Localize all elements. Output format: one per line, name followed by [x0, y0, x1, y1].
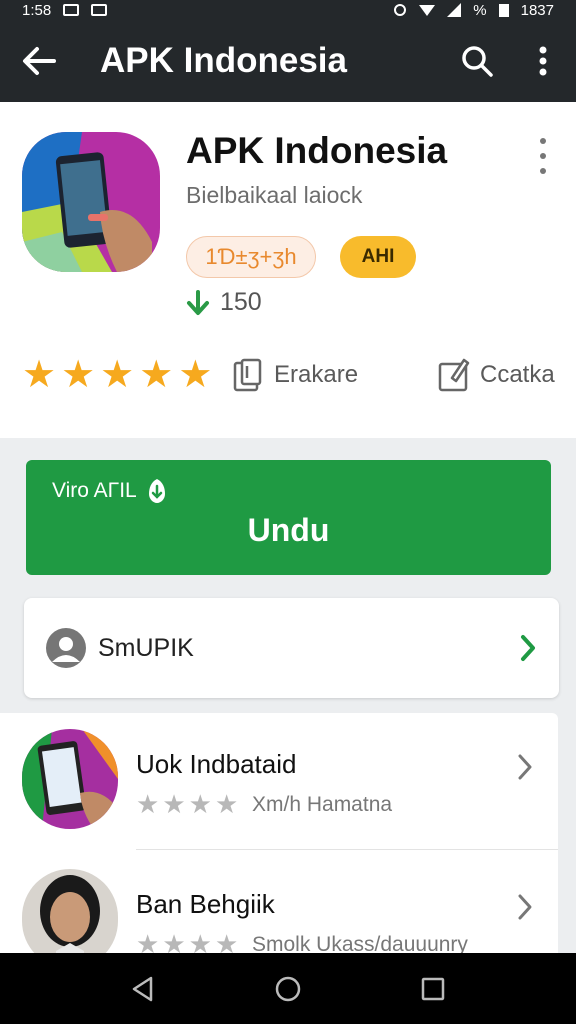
- more-vertical-icon: [539, 46, 547, 76]
- square-recents-icon: [422, 977, 445, 1000]
- triangle-back-icon: [132, 976, 152, 1001]
- list-item-title: Uok Indbataid: [136, 749, 297, 779]
- cta-top-row: Viro AΓIL: [52, 478, 169, 504]
- signal-icon: [447, 3, 462, 17]
- meta-ccatka[interactable]: Ccatka: [438, 358, 555, 392]
- more-options-button[interactable]: [528, 138, 558, 174]
- more-dot: [540, 168, 546, 174]
- star-icon: ★: [188, 929, 212, 953]
- list-item[interactable]: Uok Indbataid ★ ★ ★ ★ Xm/h Hamatna: [0, 713, 558, 850]
- list-item-avatar: [22, 869, 118, 953]
- nav-home-button[interactable]: [258, 959, 318, 1019]
- app-name: APK Indonesia: [186, 130, 448, 171]
- star-icon: ★: [100, 354, 135, 396]
- ahi-badge[interactable]: AHI: [340, 236, 416, 278]
- notification-icon-2: [91, 4, 108, 16]
- alarm-icon: [394, 4, 407, 16]
- battery-icon: [498, 4, 509, 17]
- category-badge[interactable]: 1Ɗ±ʒ+ʒh: [186, 236, 316, 278]
- search-button[interactable]: [444, 20, 510, 102]
- star-icon: ★: [188, 789, 212, 819]
- status-time-right: 1837: [520, 1, 554, 19]
- back-button[interactable]: [0, 20, 78, 102]
- meta-erakare-label: Erakare: [274, 361, 359, 388]
- nav-back-button[interactable]: [113, 959, 173, 1019]
- star-icon: ★: [136, 789, 160, 819]
- arrow-left-icon: [23, 47, 56, 75]
- app-bar-title: APK Indonesia: [100, 41, 347, 80]
- star-icon: ★: [214, 789, 239, 819]
- overflow-menu-button[interactable]: [510, 20, 576, 102]
- list-item-stars: ★ ★ ★ ★: [136, 791, 238, 817]
- circle-home-icon: [275, 976, 301, 1001]
- profile-row[interactable]: SmUPIK: [24, 598, 559, 698]
- status-time-left: 1:58: [22, 1, 52, 19]
- list-item-stars: ★ ★ ★ ★: [136, 931, 238, 953]
- star-icon: ★: [136, 929, 160, 953]
- profile-row-label: SmUPIK: [98, 633, 194, 662]
- star-icon: ★: [162, 929, 186, 953]
- star-icon: ★: [139, 354, 174, 396]
- chevron-right-icon: [521, 635, 535, 661]
- list-item-thumbnail: [22, 729, 118, 829]
- meta-erakare[interactable]: Erakare: [232, 358, 358, 392]
- battery-percent: %: [473, 1, 487, 19]
- app-icon: [22, 132, 160, 272]
- edit-icon: [438, 358, 470, 392]
- install-button[interactable]: Viro AΓIL Undu: [26, 460, 551, 575]
- user-circle-icon: [46, 628, 86, 668]
- chevron-right-icon: [518, 894, 532, 920]
- more-dot: [540, 153, 546, 159]
- star-icon: ★: [61, 354, 96, 396]
- app-header-card: APK Indonesia Bielbaikaal laiock 1Ɗ±ʒ+ʒh…: [0, 102, 576, 438]
- status-bar: 1:58 % 1837: [0, 0, 576, 20]
- notification-icon: [63, 4, 80, 16]
- wifi-icon: [419, 5, 436, 16]
- app-bar: APK Indonesia: [0, 20, 576, 102]
- clipboard-icon: [233, 358, 262, 392]
- list-item[interactable]: Ban Behgiik ★ ★ ★ ★ Smolk Ukass/dauuunry: [0, 853, 558, 953]
- list-item-subtitle: Smolk Ukass/dauuunry: [252, 933, 468, 953]
- system-nav-bar: [0, 953, 576, 1024]
- cta-top-label: Viro AΓIL: [52, 479, 137, 502]
- nav-recents-button[interactable]: [403, 959, 463, 1019]
- star-icon: ★: [22, 354, 57, 396]
- shield-download-icon: [148, 479, 165, 503]
- search-icon: [462, 46, 493, 77]
- list-item-subtitle: Xm/h Hamatna: [252, 793, 393, 816]
- meta-ccatka-label: Ccatka: [480, 361, 555, 388]
- rating-stars: ★ ★ ★ ★ ★: [22, 356, 212, 394]
- star-icon: ★: [178, 354, 213, 396]
- chevron-right-icon: [518, 754, 532, 780]
- star-icon: ★: [214, 929, 239, 953]
- list-item-title: Ban Behgiik: [136, 889, 275, 919]
- list-divider: [136, 849, 558, 850]
- more-dot: [540, 138, 546, 144]
- related-apps-list: Uok Indbataid ★ ★ ★ ★ Xm/h Hamatna Ban B…: [0, 713, 558, 953]
- download-count: 150: [186, 288, 262, 317]
- app-subtitle: Bielbaikaal laiock: [186, 182, 363, 208]
- star-icon: ★: [162, 789, 186, 819]
- download-arrow-icon: [187, 289, 209, 315]
- cta-main-label: Undu: [247, 512, 330, 548]
- download-count-value: 150: [220, 288, 262, 316]
